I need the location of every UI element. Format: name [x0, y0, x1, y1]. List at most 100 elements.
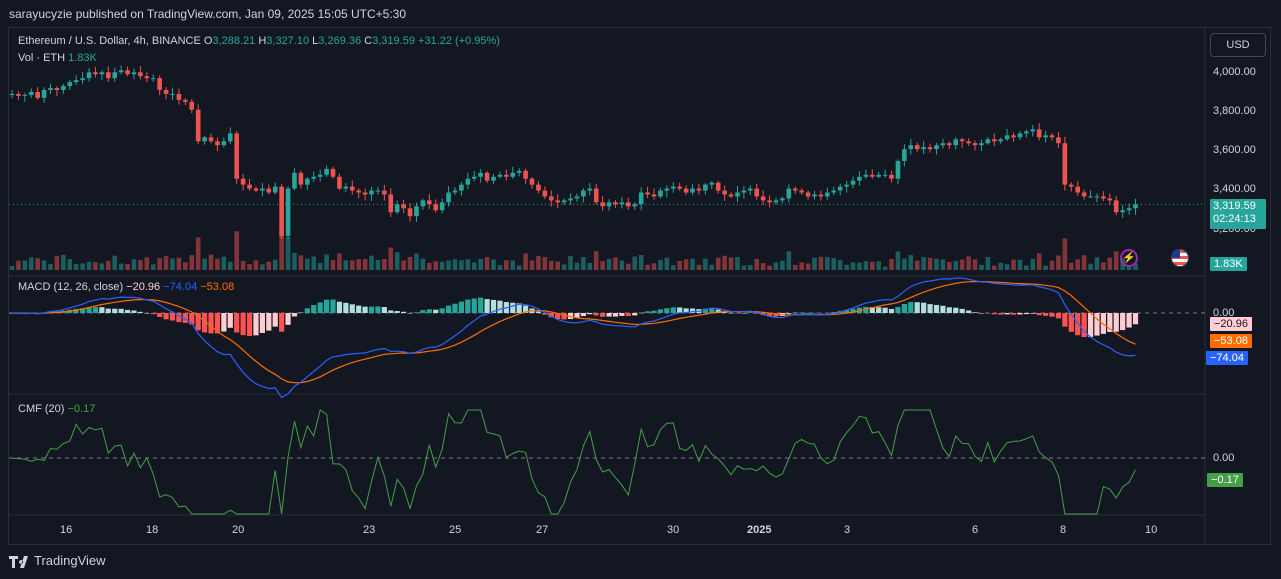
macd-histogram-bar	[131, 310, 137, 313]
candle-body	[157, 78, 162, 90]
flag-canton	[1172, 250, 1180, 258]
candle-body	[459, 184, 464, 191]
volume-bar	[510, 260, 516, 270]
candle-body	[484, 172, 490, 181]
macd-histogram-bar	[587, 313, 593, 315]
symbol-title[interactable]: Ethereum / U.S. Dollar, 4h, BINANCE	[18, 35, 201, 47]
macd-histogram-bar	[253, 313, 259, 336]
candle-body	[1075, 186, 1081, 193]
volume-bar	[433, 261, 439, 270]
candle-body	[234, 133, 239, 179]
candle-body	[382, 190, 387, 195]
macd-histogram-bar	[786, 313, 792, 314]
candle-body	[471, 176, 477, 179]
volume-bar	[703, 258, 708, 270]
candle-body	[921, 147, 926, 150]
candle-body	[86, 72, 92, 79]
candle-body	[985, 139, 991, 144]
volume-bar	[882, 266, 888, 270]
candle-body	[940, 143, 946, 146]
candle-body	[1120, 210, 1125, 213]
candle-body	[690, 188, 695, 193]
macd-histogram-bar	[535, 311, 542, 313]
volume-bar	[80, 263, 85, 270]
candle-body	[581, 190, 586, 197]
macd-histogram-bar	[285, 313, 291, 325]
candle-body	[510, 172, 516, 177]
candle-body	[183, 99, 188, 102]
macd-histogram-bar	[439, 308, 445, 313]
candle-body	[1062, 143, 1068, 185]
volume-bar	[722, 255, 727, 270]
candle-body	[330, 168, 336, 177]
candle-body	[292, 172, 297, 189]
candle-body	[1011, 135, 1016, 138]
volume-bar	[542, 256, 548, 270]
volume-bar	[1101, 262, 1106, 270]
macd-histogram-bar	[336, 301, 343, 313]
candle-body	[427, 200, 432, 205]
macd-label[interactable]: MACD (12, 26, close)	[18, 281, 123, 293]
time-tick: 25	[449, 524, 462, 536]
volume-bar	[664, 257, 670, 270]
macd-histogram-bar	[349, 304, 355, 313]
volume-label[interactable]: Vol · ETH	[18, 52, 65, 64]
volume-bar	[677, 260, 682, 270]
macd-histogram-bar	[356, 305, 362, 313]
volume-bar	[1094, 257, 1100, 270]
macd-histogram-bar	[484, 299, 490, 313]
us-flag-icon[interactable]	[1171, 249, 1189, 267]
candle-body	[959, 139, 965, 142]
macd-histogram-bar	[1043, 313, 1049, 316]
volume-bar	[260, 264, 265, 270]
candle-body	[112, 72, 118, 79]
last-price-badge: 3,319.59 02:24:13	[1210, 199, 1266, 229]
candle-body	[176, 93, 182, 100]
footer-brand[interactable]: TradingView	[34, 553, 106, 568]
macd-signal-value: −53.08	[200, 281, 235, 293]
candle-body	[349, 186, 355, 191]
candle-body	[908, 145, 914, 150]
volume-bar	[921, 257, 926, 270]
macd-histogram-bar	[510, 302, 516, 313]
candle-body	[16, 93, 21, 96]
macd-histogram-bar	[927, 304, 933, 313]
volume-bar	[709, 264, 715, 270]
candle-body	[786, 188, 792, 199]
volume-bar	[953, 260, 959, 270]
candle-body	[150, 78, 156, 80]
candle-body	[818, 194, 824, 197]
candle-body	[1101, 196, 1106, 199]
candle-body	[1056, 137, 1061, 144]
macd-histogram-bar	[99, 307, 105, 313]
candle-body	[972, 143, 978, 146]
candle-body	[125, 70, 130, 75]
candle-body	[812, 194, 817, 197]
currency-button[interactable]: USD	[1210, 33, 1266, 57]
volume-bar	[927, 257, 933, 270]
macd-histogram-bar	[137, 311, 143, 313]
macd-histogram-bar	[612, 313, 619, 317]
volume-bar	[394, 252, 400, 270]
volume-bar	[991, 265, 997, 270]
volume-bar	[696, 264, 702, 270]
candle-body	[446, 192, 451, 203]
volume-bar	[658, 259, 663, 270]
macd-histogram-bar	[747, 312, 753, 314]
candle-body	[600, 202, 605, 207]
candle-body	[902, 149, 907, 161]
volume-bar	[504, 260, 509, 270]
volume-bar	[41, 260, 47, 270]
candle-body	[343, 186, 349, 189]
lightning-icon[interactable]: ⚡	[1120, 249, 1138, 267]
cmf-label[interactable]: CMF (20)	[18, 403, 64, 415]
candle-body	[504, 174, 509, 177]
volume-bar	[715, 257, 721, 270]
volume-bar	[1017, 259, 1023, 270]
change-value: +31.22 (+0.95%)	[418, 35, 500, 47]
macd-histogram-bar	[600, 313, 606, 317]
macd-histogram-bar	[298, 312, 304, 314]
candle-body	[1043, 135, 1048, 138]
volume-bar	[407, 256, 413, 270]
volume-legend: Vol · ETH 1.83K	[18, 52, 97, 64]
